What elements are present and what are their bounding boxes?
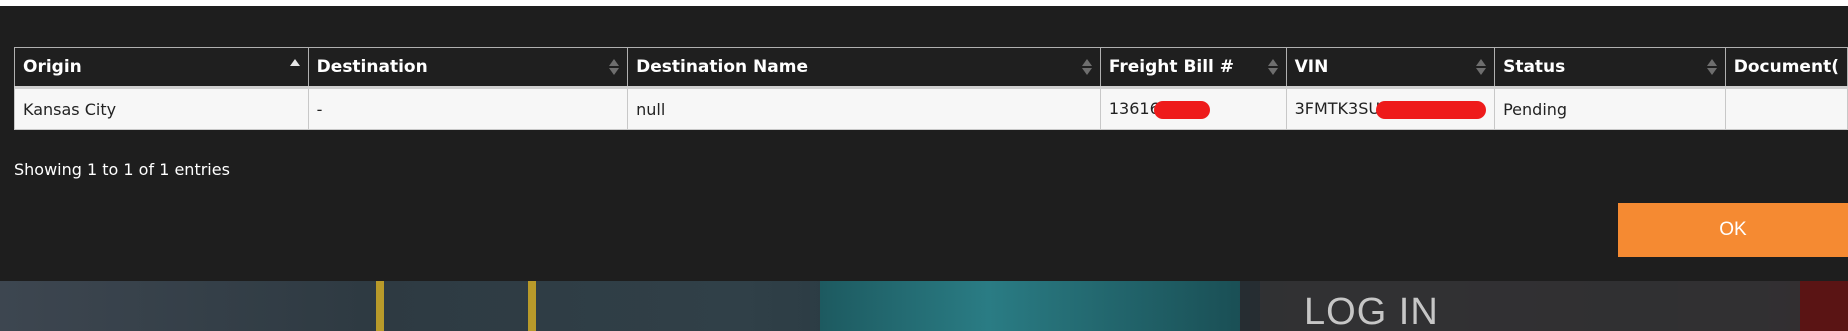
- column-header-documents[interactable]: Document(: [1724, 47, 1848, 89]
- column-header-destination[interactable]: Destination: [307, 47, 629, 89]
- freight-bill-value: 13616: [1108, 99, 1160, 119]
- vin-value: 3FMTK3SU: [1294, 99, 1381, 119]
- cell-vin: 3FMTK3SU: [1285, 87, 1496, 130]
- column-header-status[interactable]: Status: [1494, 47, 1726, 89]
- column-header-vin[interactable]: VIN: [1285, 47, 1496, 89]
- column-header-label: Freight Bill #: [1108, 57, 1235, 77]
- column-header-label: Status: [1503, 57, 1566, 77]
- cell-status: Pending: [1494, 87, 1726, 130]
- column-header-label: VIN: [1294, 57, 1329, 77]
- table-row[interactable]: Kansas City - null 13616 3FMTK3SU Pendin…: [14, 87, 1848, 130]
- column-header-destination-name[interactable]: Destination Name: [627, 47, 1101, 89]
- background-truck: [820, 281, 1240, 331]
- redaction-mark: [1153, 100, 1210, 119]
- table-header-row: Origin Destination Destination Name Frei…: [14, 47, 1848, 89]
- sort-icon: [1706, 58, 1717, 76]
- table-info-text: Showing 1 to 1 of 1 entries: [14, 160, 230, 179]
- background-pole: [376, 281, 384, 331]
- column-header-origin[interactable]: Origin: [14, 47, 309, 89]
- ok-button[interactable]: OK: [1618, 203, 1848, 257]
- sort-icon: [1476, 58, 1487, 76]
- background-pole: [528, 281, 536, 331]
- column-header-label: Destination: [316, 57, 428, 77]
- cell-destination-name: null: [627, 87, 1101, 130]
- login-heading: LOG IN: [1304, 291, 1439, 331]
- column-header-label: Document(: [1733, 57, 1839, 77]
- results-table-wrapper: Origin Destination Destination Name Frei…: [14, 47, 1848, 130]
- column-header-freight-bill[interactable]: Freight Bill #: [1099, 47, 1287, 89]
- column-header-label: Destination Name: [636, 57, 808, 77]
- sort-icon: [1081, 58, 1092, 76]
- sort-icon: [1267, 58, 1278, 76]
- cell-origin: Kansas City: [14, 87, 309, 130]
- results-table: Origin Destination Destination Name Frei…: [14, 47, 1848, 130]
- redaction-mark: [1376, 100, 1487, 119]
- sort-ascending-icon: [289, 58, 300, 76]
- background-edge: [1800, 281, 1848, 331]
- cell-documents: [1724, 87, 1848, 130]
- column-header-label: Origin: [23, 57, 82, 77]
- sort-icon: [609, 58, 620, 76]
- cell-freight-bill: 13616: [1099, 87, 1287, 130]
- background-page: LOG IN: [0, 281, 1848, 331]
- results-modal: Origin Destination Destination Name Frei…: [0, 6, 1848, 281]
- cell-destination: -: [307, 87, 629, 130]
